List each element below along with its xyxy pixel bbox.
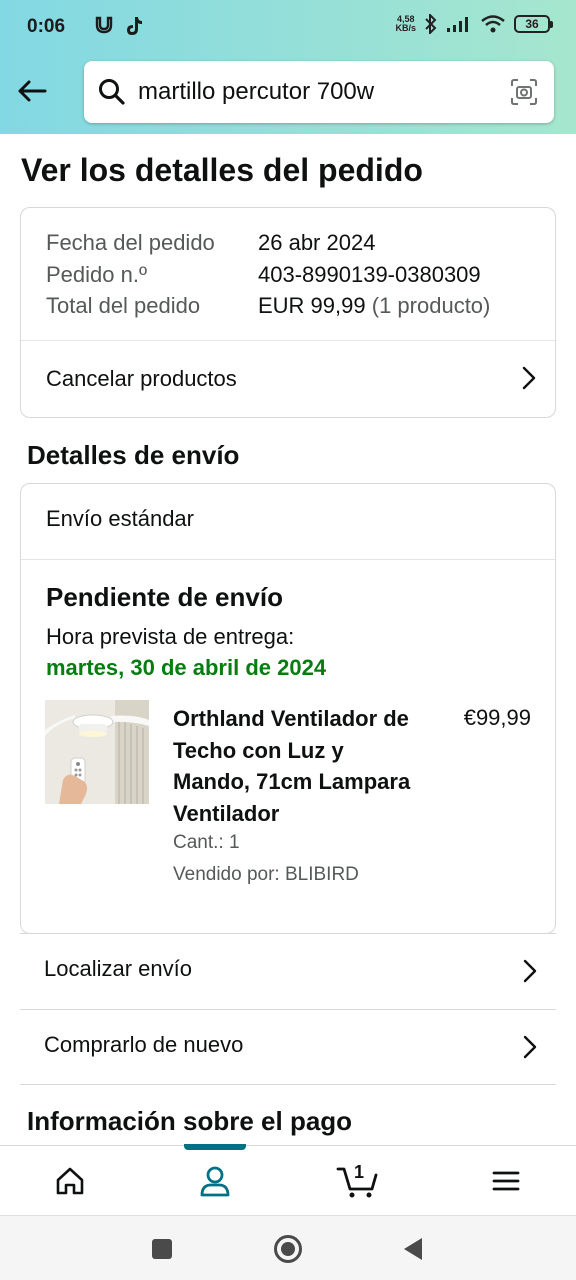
order-number-label: Pedido n.º (46, 262, 147, 287)
wifi-icon (481, 15, 505, 33)
bluetooth-icon (425, 14, 437, 34)
status-bar: 0:06 4,58 KB/s 36 (0, 0, 576, 56)
triangle-back-icon (404, 1238, 422, 1260)
product-image[interactable] (45, 700, 149, 804)
nav-menu[interactable] (466, 1146, 546, 1216)
buy-again-row[interactable]: Comprarlo de nuevo (20, 1009, 556, 1085)
search-icon (99, 79, 125, 105)
track-package-label: Localizar envío (44, 956, 192, 981)
shipment-card: Envío estándar Pendiente de envío Hora p… (20, 483, 556, 934)
home-icon (56, 1167, 84, 1195)
order-total-label: Total del pedido (46, 293, 201, 318)
track-package-row[interactable]: Localizar envío (20, 933, 556, 1009)
cancel-products-row[interactable]: Cancelar productos (21, 341, 555, 417)
cart-count-badge: 1 (354, 1162, 365, 1182)
system-navigation-bar (0, 1215, 576, 1280)
home-system-button[interactable] (271, 1232, 305, 1266)
search-input[interactable] (138, 73, 498, 111)
divider (20, 1084, 556, 1085)
delivery-estimate-date: martes, 30 de abril de 2024 (46, 655, 327, 680)
network-speed: 4,58 KB/s (395, 14, 416, 33)
square-icon (152, 1239, 172, 1259)
shipping-section-title: Detalles de envío (27, 440, 240, 470)
buy-again-label: Comprarlo de nuevo (44, 1032, 244, 1057)
cancel-products-label: Cancelar productos (46, 366, 237, 391)
recents-button[interactable] (145, 1232, 179, 1266)
product-price: €99,99 (463, 705, 531, 730)
order-date-label: Fecha del pedido (46, 230, 215, 255)
back-arrow-icon (18, 80, 47, 102)
search-bar[interactable] (84, 61, 554, 123)
shipping-method: Envío estándar (46, 506, 194, 531)
ceiling-fan-image-icon (45, 700, 149, 804)
product-title-link[interactable]: Orthland Ventilador de Techo con Luz y M… (173, 703, 423, 829)
nav-cart[interactable]: 1 (318, 1146, 398, 1216)
shipment-status: Pendiente de envío (46, 582, 283, 612)
circle-icon (274, 1235, 302, 1263)
bottom-navigation: 1 (0, 1144, 576, 1216)
battery-icon: 36 (514, 15, 553, 33)
tiktok-icon (127, 17, 142, 35)
back-system-button[interactable] (396, 1232, 430, 1266)
nav-account[interactable] (175, 1146, 255, 1216)
nav-home[interactable] (30, 1146, 110, 1216)
back-button[interactable] (14, 73, 50, 109)
chevron-right-icon (523, 1035, 537, 1059)
chevron-right-icon (523, 959, 537, 983)
order-date-value: 26 abr 2024 (258, 230, 376, 255)
product-quantity: Cant.: 1 (173, 832, 240, 853)
chevron-right-icon (522, 366, 536, 390)
product-seller: Vendido por: BLIBIRD (173, 864, 359, 885)
hamburger-menu-icon (492, 1171, 520, 1191)
signal-icon (447, 17, 468, 32)
status-time: 0:06 (27, 16, 66, 37)
app-header: 0:06 4,58 KB/s 36 (0, 0, 576, 134)
divider (21, 559, 555, 560)
notification-app-icon (95, 16, 113, 34)
order-number-value: 403-8990139-0380309 (258, 262, 481, 287)
delivery-estimate-label: Hora prevista de entrega: (46, 624, 295, 649)
order-item-count: (1 producto) (371, 293, 491, 318)
payment-section-title: Información sobre el pago (27, 1106, 353, 1136)
page-title: Ver los detalles del pedido (21, 152, 423, 188)
person-icon (200, 1166, 230, 1197)
order-total-value: EUR 99,99 (258, 293, 366, 318)
order-summary-card: Fecha del pedido 26 abr 2024 Pedido n.º … (20, 207, 556, 418)
camera-search-icon[interactable] (510, 78, 538, 106)
